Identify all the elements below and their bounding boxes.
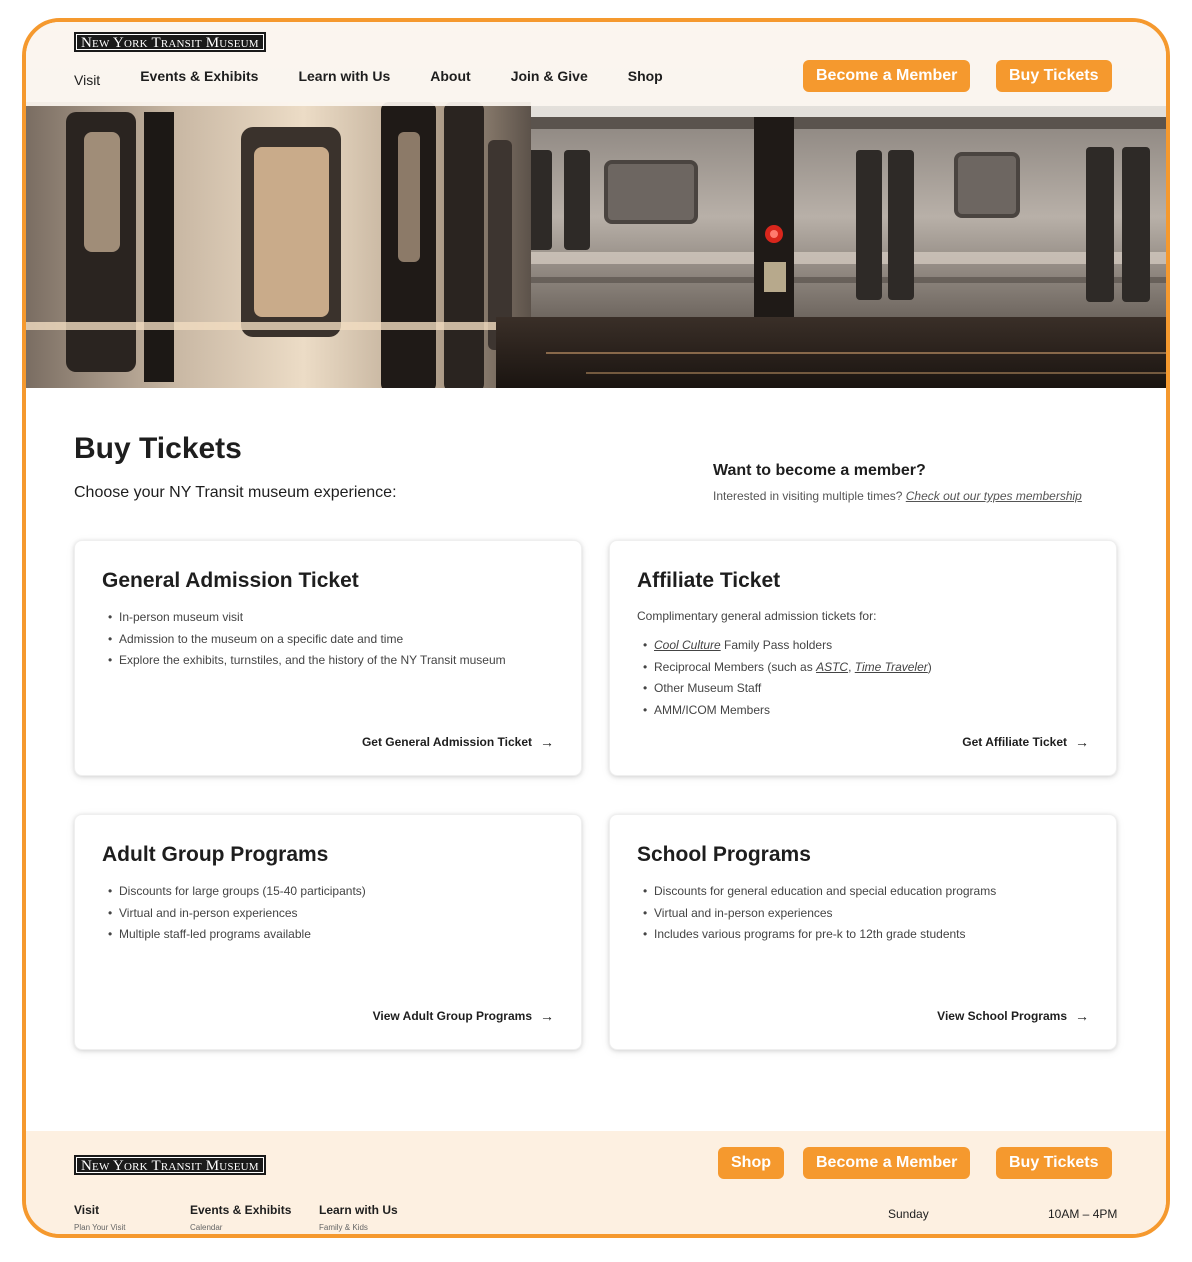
astc-link[interactable]: ASTC — [816, 660, 848, 674]
card-feature-list: In-person museum visit Admission to the … — [102, 607, 506, 672]
footer-column-heading[interactable]: Visit — [74, 1203, 125, 1217]
list-item: Discounts for general education and spec… — [637, 881, 996, 903]
list-item: Explore the exhibits, turnstiles, and th… — [102, 650, 506, 672]
footer-buy-tickets-button[interactable]: Buy Tickets — [996, 1147, 1112, 1179]
list-item: Discounts for large groups (15-40 partic… — [102, 881, 366, 903]
cta-label: View Adult Group Programs — [372, 1009, 532, 1023]
member-promo-question: Interested in visiting multiple times? — [713, 489, 903, 503]
page-subtitle: Choose your NY Transit museum experience… — [74, 484, 397, 501]
time-traveler-link[interactable]: Time Traveler — [855, 660, 928, 674]
list-item-text: Family Pass holders — [720, 638, 833, 652]
card-feature-list: Cool Culture Family Pass holders Recipro… — [637, 635, 932, 721]
list-item: AMM/ICOM Members — [637, 700, 932, 722]
card-title: Adult Group Programs — [102, 843, 329, 866]
nav-item-shop[interactable]: Shop — [628, 66, 663, 86]
footer-become-member-button[interactable]: Become a Member — [803, 1147, 971, 1179]
arrow-right-icon: → — [1075, 1008, 1089, 1024]
card-title: General Admission Ticket — [102, 569, 359, 592]
nav-item-about[interactable]: About — [430, 66, 470, 86]
list-item-text: Reciprocal Members (such as — [654, 659, 817, 674]
get-affiliate-ticket-link[interactable]: Get Affiliate Ticket → — [962, 735, 1089, 749]
view-school-programs-link[interactable]: View School Programs → — [937, 1009, 1089, 1023]
main-nav: Visit Events & Exhibits Learn with Us Ab… — [74, 66, 703, 88]
footer-shop-button[interactable]: Shop — [718, 1147, 784, 1179]
footer-link[interactable]: Calendar — [190, 1223, 291, 1232]
arrow-right-icon: → — [540, 734, 554, 750]
site-footer: New York Transit Museum Shop Become a Me… — [26, 1131, 1166, 1234]
cta-label: Get General Admission Ticket — [361, 735, 532, 749]
get-general-admission-link[interactable]: Get General Admission Ticket → — [362, 735, 554, 749]
list-item-text: ) — [927, 659, 932, 674]
footer-logo[interactable]: New York Transit Museum — [74, 1155, 266, 1175]
become-member-button[interactable]: Become a Member — [803, 60, 971, 92]
page-title: Buy Tickets — [74, 432, 242, 465]
list-item: Multiple staff-led programs available — [102, 924, 366, 946]
nav-item-events-exhibits[interactable]: Events & Exhibits — [140, 66, 258, 86]
footer-column-visit: Visit Plan Your Visit — [74, 1203, 125, 1232]
cta-label: Get Affiliate Ticket — [962, 735, 1067, 749]
nav-item-visit[interactable]: Visit — [74, 70, 100, 90]
footer-column-events: Events & Exhibits Calendar — [190, 1203, 291, 1232]
list-item: In-person museum visit — [102, 607, 506, 629]
browser-frame: New York Transit Museum Visit Events & E… — [22, 18, 1170, 1238]
site-header: New York Transit Museum Visit Events & E… — [26, 22, 1166, 106]
hours-time: 10AM – 4PM — [1048, 1207, 1118, 1221]
list-item: Virtual and in-person experiences — [102, 903, 366, 925]
member-promo-title: Want to become a member? — [713, 462, 926, 479]
list-item: Virtual and in-person experiences — [637, 903, 996, 925]
hours-day: Sunday — [888, 1207, 929, 1221]
school-programs-card: School Programs Discounts for general ed… — [609, 814, 1117, 1050]
footer-column-heading[interactable]: Events & Exhibits — [190, 1203, 291, 1217]
list-item: Admission to the museum on a specific da… — [102, 629, 506, 651]
list-item: Cool Culture Family Pass holders — [637, 635, 932, 657]
arrow-right-icon: → — [1075, 734, 1089, 750]
view-adult-group-programs-link[interactable]: View Adult Group Programs → — [373, 1009, 554, 1023]
affiliate-ticket-card: Affiliate Ticket Complimentary general a… — [609, 540, 1117, 776]
footer-link[interactable]: Plan Your Visit — [74, 1223, 125, 1232]
cool-culture-link[interactable]: Cool Culture — [654, 638, 721, 652]
adult-group-programs-card: Adult Group Programs Discounts for large… — [74, 814, 582, 1050]
list-item: Other Museum Staff — [637, 678, 932, 700]
card-feature-list: Discounts for general education and spec… — [637, 881, 996, 946]
nav-item-join-give[interactable]: Join & Give — [511, 66, 588, 86]
member-promo-text: Interested in visiting multiple times? C… — [713, 489, 1082, 503]
buy-tickets-button[interactable]: Buy Tickets — [996, 60, 1112, 92]
list-item: Reciprocal Members (such as ASTC, Time T… — [637, 657, 932, 679]
footer-column-learn: Learn with Us Family & Kids — [319, 1203, 398, 1232]
cta-label: View School Programs — [937, 1009, 1067, 1023]
arrow-right-icon: → — [540, 1008, 554, 1024]
card-title: Affiliate Ticket — [637, 569, 781, 592]
membership-types-link[interactable]: Check out our types membership — [906, 489, 1082, 503]
list-item-text: , — [848, 659, 855, 674]
card-title: School Programs — [637, 843, 811, 866]
footer-link[interactable]: Family & Kids — [319, 1223, 398, 1232]
card-feature-list: Discounts for large groups (15-40 partic… — [102, 881, 366, 946]
list-item: Includes various programs for pre-k to 1… — [637, 924, 996, 946]
site-logo[interactable]: New York Transit Museum — [74, 32, 266, 52]
card-intro: Complimentary general admission tickets … — [637, 609, 877, 623]
footer-column-heading[interactable]: Learn with Us — [319, 1203, 398, 1217]
general-admission-card: General Admission Ticket In-person museu… — [74, 540, 582, 776]
nav-item-learn-with-us[interactable]: Learn with Us — [298, 66, 390, 86]
